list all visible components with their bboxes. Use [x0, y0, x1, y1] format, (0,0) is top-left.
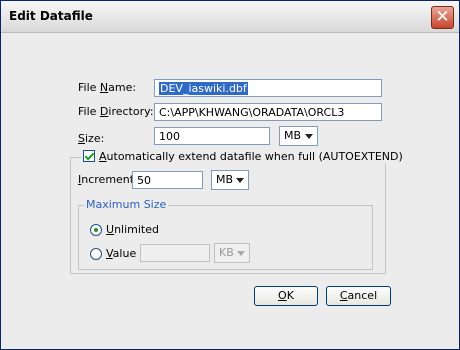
ok-button[interactable]: OK	[254, 286, 318, 306]
value-label: Value	[106, 247, 136, 260]
dialog-body: File Name: DEV_iaswiki.dbf File Director…	[1, 33, 459, 349]
increment-unit-dropdown[interactable]: MB	[211, 170, 249, 190]
increment-label: Increment:	[78, 173, 138, 186]
ok-button-mnemonic: O	[278, 289, 287, 302]
close-icon: ✕	[435, 7, 450, 27]
size-label-mnemonic: S	[78, 132, 85, 145]
max-value-unit-value: KB	[219, 246, 234, 259]
file-directory-label: File Directory:	[78, 105, 154, 118]
size-label-post: ize:	[84, 132, 105, 145]
max-value-input[interactable]	[140, 244, 210, 262]
title-bar: Edit Datafile ✕	[1, 1, 459, 33]
autoextend-checkbox[interactable]	[83, 150, 95, 162]
file-name-label-pre: File	[78, 81, 100, 94]
autoextend-label-post: utomatically extend datafile when full (…	[106, 150, 403, 163]
autoextend-label-mnemonic: A	[99, 150, 107, 163]
file-name-input[interactable]: DEV_iaswiki.dbf	[154, 79, 382, 97]
cancel-button[interactable]: Cancel	[326, 286, 391, 306]
cancel-button-rest: ancel	[347, 289, 378, 302]
cancel-button-mnemonic: C	[339, 289, 348, 302]
chevron-down-icon	[237, 251, 245, 256]
unlimited-label: Unlimited	[106, 223, 159, 236]
increment-value: 50	[137, 174, 151, 187]
file-name-label-mnemonic: N	[99, 81, 109, 94]
unlimited-label-post: nlimited	[114, 223, 159, 236]
unlimited-label-mnemonic: U	[106, 223, 115, 236]
file-directory-input[interactable]: C:\APP\KHWANG\ORADATA\ORCL3	[154, 103, 382, 121]
maximum-size-legend: Maximum Size	[84, 198, 169, 211]
chevron-down-icon	[305, 134, 313, 139]
chevron-down-icon	[236, 178, 244, 183]
size-label: Size:	[78, 132, 104, 145]
file-name-value: DEV_iaswiki.dbf	[159, 82, 248, 95]
file-directory-label-pre: File	[78, 105, 100, 118]
autoextend-label: Automatically extend datafile when full …	[99, 150, 403, 163]
dialog-title: Edit Datafile	[9, 9, 93, 23]
file-directory-value: C:\APP\KHWANG\ORADATA\ORCL3	[159, 106, 345, 119]
increment-unit-value: MB	[216, 173, 234, 186]
value-radio[interactable]	[90, 248, 102, 260]
value-label-mnemonic: V	[106, 247, 113, 260]
file-name-label-post: ame:	[108, 81, 137, 94]
increment-input[interactable]: 50	[132, 171, 203, 189]
autoextend-legend: Automatically extend datafile when full …	[81, 150, 405, 163]
max-value-unit-dropdown[interactable]: KB	[214, 243, 250, 263]
size-input[interactable]: 100	[154, 127, 270, 145]
size-unit-dropdown[interactable]: MB	[279, 126, 318, 146]
file-directory-label-post: irectory:	[108, 105, 154, 118]
size-unit-value: MB	[284, 129, 302, 142]
increment-label-post: ncrement:	[81, 173, 138, 186]
close-button[interactable]: ✕	[431, 6, 454, 29]
ok-button-rest: K	[286, 289, 294, 302]
size-value: 100	[159, 130, 180, 143]
file-name-label: File Name:	[78, 81, 136, 94]
unlimited-radio[interactable]	[90, 224, 102, 236]
edit-datafile-dialog: Edit Datafile ✕ File Name: DEV_iaswiki.d…	[0, 0, 460, 350]
value-label-post: alue	[112, 247, 137, 260]
